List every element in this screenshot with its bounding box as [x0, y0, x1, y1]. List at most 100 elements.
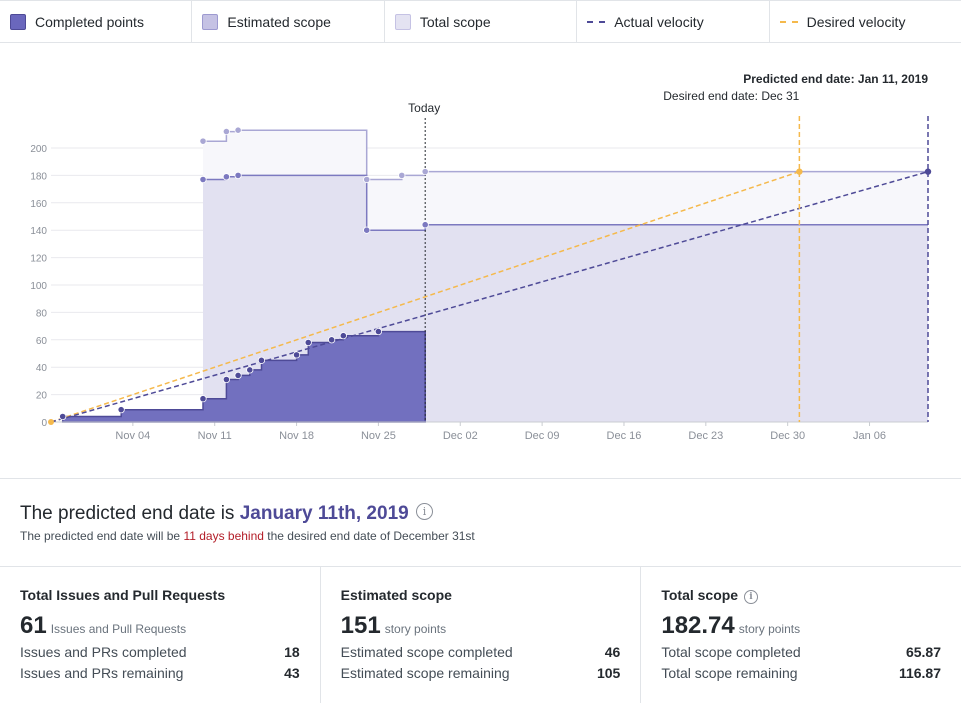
total-scope-point — [363, 175, 371, 184]
x-tick-label: Nov 18 — [279, 430, 314, 442]
section-divider — [0, 478, 961, 479]
y-tick-label: 100 — [30, 281, 47, 292]
estimated-scope-point — [363, 226, 371, 234]
completed-point — [292, 351, 301, 359]
estimated-scope-point — [199, 175, 207, 184]
legend-estimated-scope[interactable]: Estimated scope — [192, 1, 385, 42]
x-tick-label: Dec 16 — [607, 430, 642, 442]
stat-row: Estimated scope remaining 105 — [341, 665, 621, 681]
stat-title: Total scope i — [661, 587, 941, 605]
completed-point — [234, 371, 242, 380]
y-tick-label: 80 — [36, 308, 48, 319]
completed-point — [374, 327, 383, 336]
x-tick-label: Dec 30 — [770, 430, 805, 442]
y-tick-label: 180 — [30, 171, 47, 182]
days-behind: 11 days behind — [183, 529, 264, 543]
completed-point — [199, 395, 207, 403]
y-tick-label: 160 — [30, 199, 47, 210]
stat-row-label: Estimated scope completed — [340, 644, 513, 660]
estimated-scope-swatch — [202, 13, 219, 30]
y-tick-label: 120 — [30, 254, 47, 265]
estimated-scope-point — [222, 173, 230, 181]
y-tick-label: 0 — [41, 418, 47, 429]
stat-issues: Total Issues and Pull Requests 61 Issues … — [0, 566, 321, 703]
total-scope-point — [234, 126, 242, 134]
predicted-end-subtext: The predicted end date will be 11 days b… — [20, 529, 475, 543]
stat-total: 61 Issues and Pull Requests — [20, 612, 300, 639]
actual-velocity-swatch — [587, 20, 606, 23]
y-tick-label: 200 — [30, 144, 47, 155]
completed-point — [222, 375, 230, 384]
stat-row-value: 105 — [596, 665, 621, 681]
legend-label: Completed points — [35, 13, 144, 30]
total-scope-point — [398, 171, 406, 179]
predicted-end-date: January 11th, 2019 — [239, 503, 409, 524]
sub-prefix: The predicted end date will be — [20, 529, 184, 543]
stat-row-value: 116.87 — [898, 665, 942, 681]
predicted-end-heading: The predicted end date is January 11th, … — [20, 503, 433, 525]
stat-number: 61 — [20, 612, 47, 639]
legend-label: Total scope — [419, 13, 491, 30]
desired-velocity-swatch — [779, 20, 798, 23]
legend-desired-velocity[interactable]: Desired velocity — [770, 1, 961, 42]
completed-point — [304, 338, 312, 347]
stat-unit: story points — [738, 622, 801, 636]
y-tick-label: 40 — [36, 363, 48, 374]
legend-actual-velocity[interactable]: Actual velocity — [577, 1, 770, 42]
desired-end-label: Desired end date: Dec 31 — [663, 89, 799, 103]
stat-row-value: 18 — [284, 644, 300, 660]
x-tick-label: Jan 06 — [853, 430, 886, 442]
legend-total-scope[interactable]: Total scope — [385, 1, 578, 42]
completed-point — [117, 406, 125, 414]
stat-row: Issues and PRs completed 18 — [20, 644, 300, 660]
total-scope-point — [199, 137, 207, 145]
sub-suffix: the desired end date of December 31st — [263, 529, 475, 543]
completed-points-swatch — [10, 13, 26, 30]
y-tick-label: 60 — [36, 336, 48, 347]
stat-row: Total scope remaining 116.87 — [661, 665, 941, 681]
legend-label: Actual velocity — [614, 13, 704, 30]
completed-point — [328, 336, 336, 344]
stat-row: Estimated scope completed 46 — [341, 644, 621, 660]
chart-legend: Completed points Estimated scope Total s… — [0, 0, 961, 43]
stat-unit: Issues and Pull Requests — [50, 622, 187, 636]
velocity-origin — [48, 419, 54, 425]
stat-row-label: Total scope remaining — [661, 665, 798, 681]
estimated-scope-point — [421, 221, 429, 229]
legend-label: Estimated scope — [227, 13, 331, 30]
stat-title: Total Issues and Pull Requests — [20, 587, 226, 603]
stat-row-label: Issues and PRs completed — [20, 644, 187, 660]
stat-total: 182.74 story points — [661, 612, 941, 639]
stat-row: Issues and PRs remaining 43 — [20, 665, 300, 681]
info-icon[interactable]: i — [744, 590, 758, 604]
y-tick-label: 140 — [30, 226, 47, 237]
stat-row: Total scope completed 65.87 — [661, 644, 941, 660]
stat-estimated-scope: Estimated scope 151 story points Estimate… — [321, 566, 642, 703]
info-icon[interactable]: i — [415, 503, 433, 520]
completed-point — [257, 356, 266, 364]
predicted-end-label: Predicted end date: Jan 11, 2019 — [743, 72, 928, 86]
stat-title: Estimated scope — [340, 587, 452, 603]
stat-title-text: Total scope — [661, 587, 739, 603]
stat-row-value: 65.87 — [905, 644, 942, 660]
legend-label: Desired velocity — [806, 13, 906, 30]
stat-row-label: Estimated scope remaining — [340, 665, 510, 681]
stat-row-label: Issues and PRs remaining — [20, 665, 184, 681]
desired-velocity-endpoint — [796, 168, 803, 175]
x-tick-label: Nov 04 — [115, 430, 150, 442]
x-tick-label: Nov 11 — [198, 430, 232, 442]
predicted-end-prefix: The predicted end date is — [20, 503, 240, 524]
today-label: Today — [408, 101, 440, 115]
stat-row-label: Total scope completed — [661, 644, 801, 660]
completed-point — [246, 366, 254, 374]
stat-row-value: 46 — [604, 644, 621, 660]
stat-total: 151 story points — [341, 612, 621, 639]
completed-point — [59, 412, 67, 421]
legend-completed-points[interactable]: Completed points — [0, 1, 193, 42]
burnup-chart: 0 20 40 60 80 100 120 140 160 180 200 Nov 04 Nov 11 N… — [30, 72, 932, 442]
stat-row-value: 43 — [284, 665, 300, 681]
stats-panel: Total Issues and Pull Requests 61 Issues … — [0, 566, 961, 703]
x-tick-label: Dec 02 — [443, 430, 478, 442]
stat-number: 151 — [340, 612, 381, 639]
x-tick-label: Dec 09 — [525, 430, 560, 442]
